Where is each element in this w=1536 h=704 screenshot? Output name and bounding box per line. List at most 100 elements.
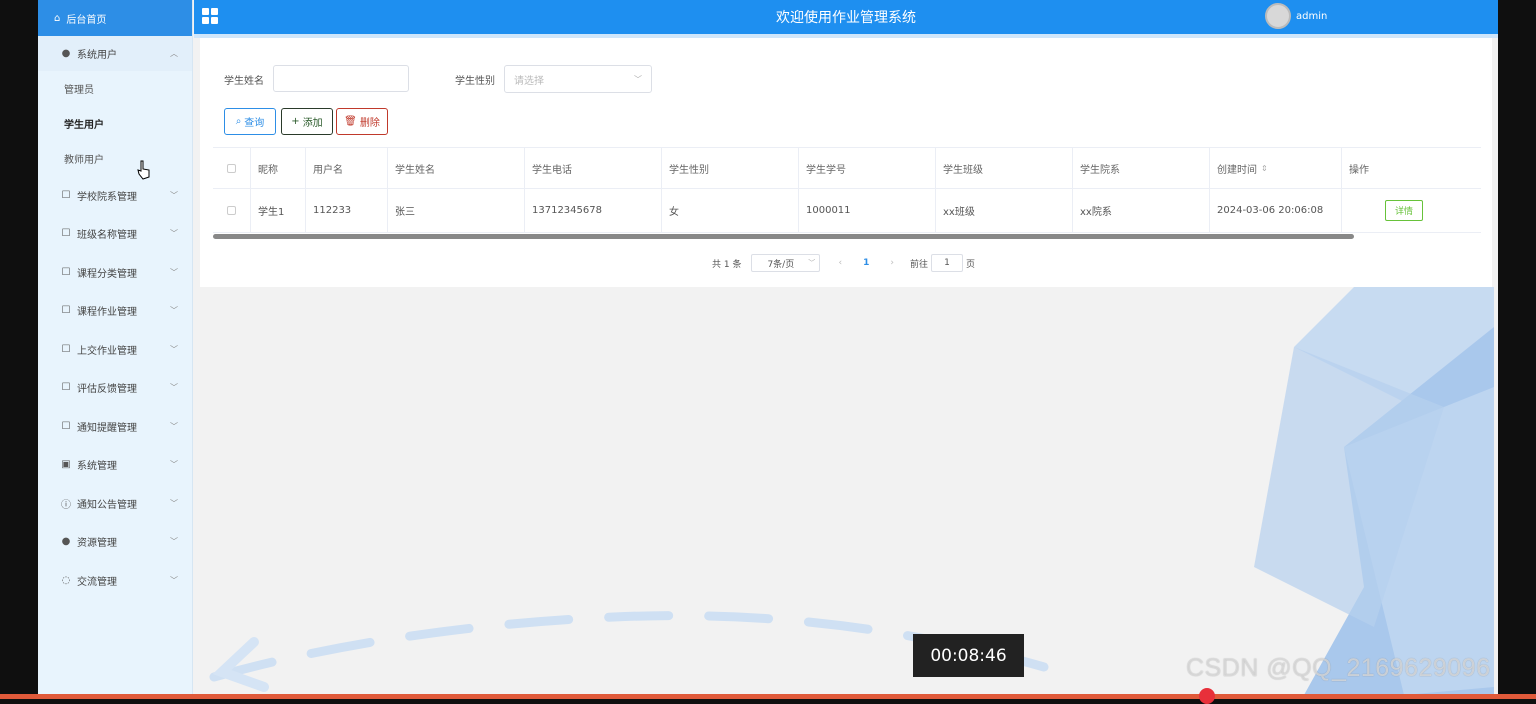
sidebar-item-label: 教师用户 (64, 155, 104, 166)
sidebar-group-feedback[interactable]: ☐ 评估反馈管理 ﹀ (38, 369, 192, 408)
content-panel: 学生姓名 学生性别 请选择 ﹀ ⌕ 查询 + 添加 🗑 删除 昵称 用户名 学生… (200, 38, 1492, 287)
sidebar-item-label: 学生用户 (64, 120, 104, 131)
video-progress-handle[interactable] (1199, 688, 1215, 704)
user-icon: ● (61, 48, 71, 59)
select-placeholder: 请选择 (514, 75, 544, 87)
chevron-down-icon: ﹀ (170, 460, 178, 470)
hand-cursor-icon (137, 160, 150, 180)
select-all-cell (213, 148, 251, 188)
cell-student-no: 1000011 (799, 189, 936, 232)
column-header[interactable]: 学生电话 (525, 148, 662, 188)
goto-label: 前往 (909, 259, 928, 270)
sidebar-group-course-homework[interactable]: ☐ 课程作业管理 ﹀ (38, 292, 192, 331)
sidebar-group-reminders[interactable]: ☐ 通知提醒管理 ﹀ (38, 407, 192, 446)
sidebar-group-classes[interactable]: ☐ 班级名称管理 ﹀ (38, 215, 192, 254)
sidebar-item-label: 管理员 (64, 85, 94, 96)
pagination: 共 1 条 7条/页 ﹀ ‹ 1 › 前往 1 页 (712, 254, 975, 272)
top-header: 欢迎使用作业管理系统 admin (194, 0, 1498, 34)
pagination-total: 共 1 条 (712, 259, 742, 270)
sidebar-item-home[interactable]: ⌂ 后台首页 (38, 0, 192, 36)
column-header[interactable]: 用户名 (306, 148, 388, 188)
sidebar-item-students[interactable]: 学生用户 (38, 106, 192, 141)
pin-icon: ● (61, 536, 71, 548)
sidebar-group-departments[interactable]: ☐ 学校院系管理 ﹀ (38, 176, 192, 215)
cell-gender: 女 (662, 189, 799, 232)
cell-name: 张三 (388, 189, 525, 232)
video-letterbox-right (1498, 0, 1536, 699)
select-all-checkbox[interactable] (227, 163, 236, 173)
search-icon: ⌕ (235, 116, 242, 127)
watermark: CSDN @QQ_2169629096 (1186, 654, 1491, 682)
column-header[interactable]: 学生性别 (662, 148, 799, 188)
page-suffix: 页 (965, 259, 975, 270)
column-header: 操作 (1349, 164, 1369, 176)
current-page[interactable]: 1 (863, 258, 869, 268)
chevron-down-icon: ﹀ (170, 267, 178, 277)
sidebar-item-label: 班级名称管理 (77, 230, 137, 242)
goto-page-input[interactable]: 1 (930, 254, 963, 272)
query-button[interactable]: ⌕ 查询 (224, 108, 276, 135)
sidebar-group-communication[interactable]: ◌ 交流管理 ﹀ (38, 561, 192, 600)
cell-actions: 详情 (1342, 189, 1481, 232)
prev-page-icon[interactable]: ‹ (838, 258, 842, 268)
add-button[interactable]: + 添加 (281, 108, 333, 135)
chevron-down-icon: ﹀ (170, 383, 178, 393)
delete-button-label: 删除 (359, 118, 380, 129)
row-checkbox[interactable] (227, 206, 236, 215)
query-button-label: 查询 (244, 118, 265, 129)
video-progress-bar[interactable] (0, 694, 1536, 699)
cell-created: 2024-03-06 20:06:08 (1210, 189, 1342, 232)
cell-dept: xx院系 (1073, 189, 1210, 232)
chevron-down-icon: ﹀ (170, 421, 178, 431)
sort-icon[interactable]: ⇕ (1261, 164, 1268, 173)
sidebar-group-resources[interactable]: ● 资源管理 ﹀ (38, 523, 192, 562)
chevron-down-icon: ﹀ (170, 575, 178, 585)
sidebar: ⌂ 后台首页 ● 系统用户 ︿ 管理员 学生用户 教师用户 ☐ 学校院系管理 ﹀… (38, 0, 193, 695)
avatar[interactable] (1265, 3, 1291, 29)
sidebar-group-system[interactable]: ▣ 系统管理 ﹀ (38, 446, 192, 485)
column-header[interactable]: 学生学号 (799, 148, 936, 188)
sidebar-item-label: 交流管理 (77, 576, 117, 588)
student-gender-select[interactable]: 请选择 ﹀ (504, 65, 652, 93)
delete-button[interactable]: 🗑 删除 (336, 108, 388, 135)
sidebar-item-label: 资源管理 (77, 538, 117, 550)
table-horizontal-scrollbar[interactable] (213, 234, 1354, 239)
video-letterbox-left (0, 0, 38, 699)
sidebar-item-label: 系统管理 (77, 461, 117, 473)
chevron-down-icon: ﹀ (808, 259, 816, 267)
column-header[interactable]: 学生班级 (936, 148, 1073, 188)
page-size-select[interactable]: 7条/页 ﹀ (751, 254, 821, 272)
row-select-cell (213, 189, 251, 232)
chevron-down-icon: ﹀ (170, 229, 178, 239)
cell-nickname: 学生1 (251, 189, 306, 232)
table-header-row: 昵称 用户名 学生姓名 学生电话 学生性别 学生学号 学生班级 学生院系 创建时… (213, 148, 1481, 189)
chevron-down-icon: ﹀ (170, 537, 178, 547)
doc-icon: ☐ (61, 305, 71, 317)
sidebar-group-system-users[interactable]: ● 系统用户 ︿ (38, 36, 192, 71)
sidebar-item-label: 通知提醒管理 (77, 422, 137, 434)
trash-icon: 🗑 (344, 116, 357, 127)
sidebar-item-label: 上交作业管理 (77, 345, 137, 357)
student-name-input[interactable] (273, 65, 409, 92)
column-header[interactable]: 学生院系 (1073, 148, 1210, 188)
sidebar-item-label: 系统用户 (77, 50, 117, 61)
video-timestamp: 00:08:46 (913, 634, 1024, 677)
plus-icon: + (291, 116, 300, 127)
column-header[interactable]: 昵称 (251, 148, 306, 188)
column-header-created[interactable]: 创建时间 ⇕ (1210, 148, 1342, 188)
next-page-icon[interactable]: › (890, 258, 894, 268)
username-label[interactable]: admin (1296, 11, 1327, 22)
sidebar-item-admin[interactable]: 管理员 (38, 71, 192, 106)
students-table: 昵称 用户名 学生姓名 学生电话 学生性别 学生学号 学生班级 学生院系 创建时… (213, 147, 1481, 233)
background-decoration (209, 287, 1494, 695)
detail-button[interactable]: 详情 (1385, 200, 1423, 221)
sidebar-group-announcements[interactable]: ⓘ 通知公告管理 ﹀ (38, 484, 192, 523)
column-header[interactable]: 学生姓名 (388, 148, 525, 188)
image-icon: ▣ (61, 459, 71, 471)
chevron-down-icon: ﹀ (170, 498, 178, 508)
sidebar-group-submitted-homework[interactable]: ☐ 上交作业管理 ﹀ (38, 330, 192, 369)
chevron-down-icon: ﹀ (634, 74, 642, 84)
sidebar-item-teachers[interactable]: 教师用户 (38, 141, 192, 176)
cell-class: xx班级 (936, 189, 1073, 232)
sidebar-group-course-categories[interactable]: ☐ 课程分类管理 ﹀ (38, 253, 192, 292)
